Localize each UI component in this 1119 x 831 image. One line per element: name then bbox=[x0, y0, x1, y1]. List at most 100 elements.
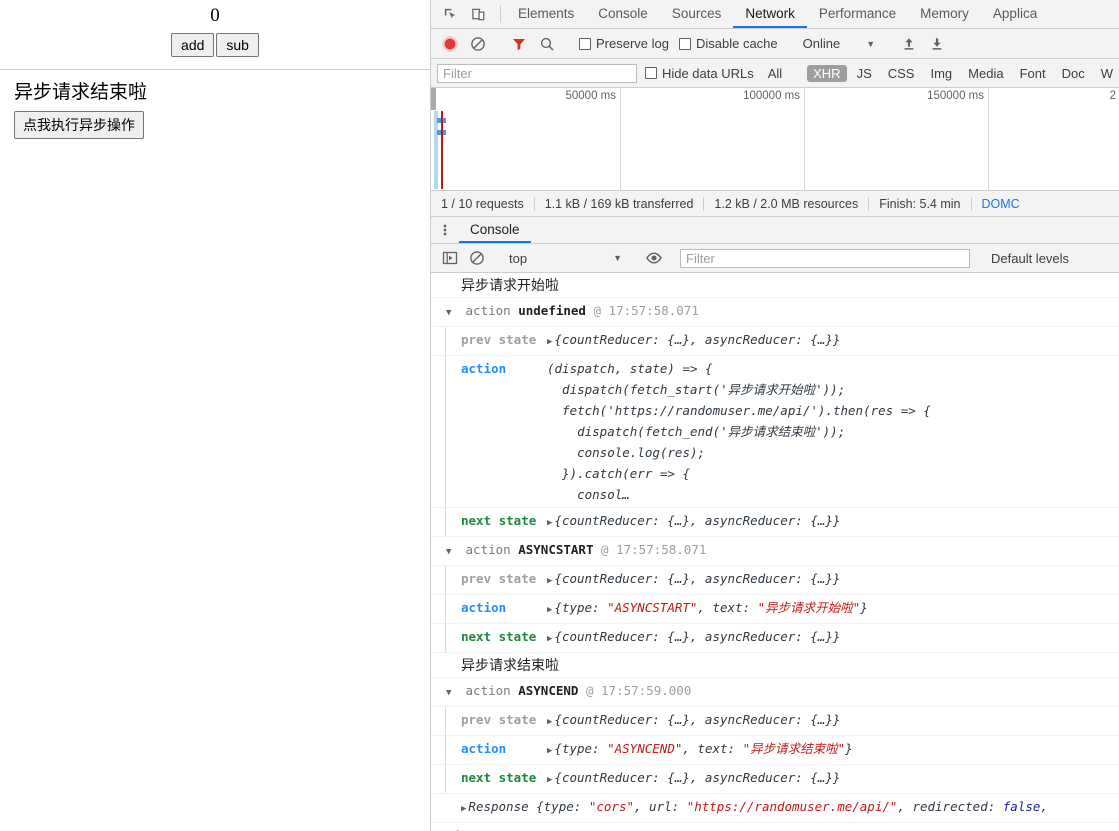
network-filter-input[interactable] bbox=[437, 63, 637, 83]
console-group-header[interactable]: ▼ action ASYNCEND @ 17:57:59.000 bbox=[431, 678, 1119, 707]
sub-button[interactable]: sub bbox=[216, 33, 259, 57]
console-filter-input[interactable] bbox=[680, 248, 970, 268]
overview-tick-label-2: 100000 ms bbox=[743, 90, 800, 102]
console-text: 异步请求结束啦 bbox=[461, 657, 559, 673]
console-group-header[interactable]: ▼ action ASYNCSTART @ 17:57:58.071 bbox=[431, 537, 1119, 566]
filter-type-all[interactable]: All bbox=[762, 65, 788, 82]
overview-tick-1: 50000 ms bbox=[431, 88, 621, 190]
action-timestamp: 17:57:58.071 bbox=[616, 542, 707, 557]
disclosure-triangle-icon[interactable]: ▼ bbox=[446, 303, 458, 324]
overview-tick-3: 150000 ms bbox=[805, 88, 989, 190]
filter-funnel-icon[interactable] bbox=[506, 31, 532, 57]
record-button-icon[interactable] bbox=[437, 31, 463, 57]
filter-type-img[interactable]: Img bbox=[924, 65, 958, 82]
status-resources: 1.2 kB / 2.0 MB resources bbox=[714, 196, 859, 211]
filter-type-js[interactable]: JS bbox=[851, 65, 878, 82]
action-name: ASYNCEND bbox=[518, 683, 579, 698]
search-icon[interactable] bbox=[534, 31, 560, 57]
console-sidebar-icon[interactable] bbox=[437, 245, 463, 271]
expand-arrow-icon[interactable]: ▶ bbox=[547, 634, 552, 644]
counter-section: 0 add sub bbox=[0, 0, 430, 57]
chevron-down-icon: ▼ bbox=[613, 253, 622, 263]
console-group-header[interactable]: ▼ action undefined @ 17:57:58.071 bbox=[431, 298, 1119, 327]
tab-memory[interactable]: Memory bbox=[908, 0, 981, 28]
devtools-drawer: Console top ▼ Filter Default levels 异步请求… bbox=[431, 217, 1119, 831]
console-message: 异步请求结束啦 bbox=[431, 653, 1119, 678]
next-state-row: next state ▶ {countReducer: {…}, asyncRedu… bbox=[431, 508, 1119, 536]
at-symbol: @ bbox=[585, 683, 594, 698]
expand-arrow-icon[interactable]: ▶ bbox=[547, 746, 552, 756]
group-title: ▼ action ASYNCSTART @ 17:57:58.071 bbox=[431, 539, 1119, 563]
expand-arrow-icon[interactable]: ▶ bbox=[547, 518, 552, 528]
overview-tick-label-4: 2 bbox=[1109, 90, 1116, 102]
filter-type-font[interactable]: Font bbox=[1014, 65, 1052, 82]
console-text: 异步请求开始啦 bbox=[461, 277, 559, 293]
console-group-row: next state ▶ {countReducer: {…}, asyncRedu… bbox=[431, 765, 1119, 794]
device-toolbar-icon[interactable] bbox=[465, 1, 491, 27]
action-timestamp: 17:57:58.071 bbox=[608, 303, 699, 318]
async-section: 异步请求结束啦 点我执行异步操作 bbox=[0, 70, 430, 139]
tab-network[interactable]: Network bbox=[733, 0, 807, 28]
expand-arrow-icon[interactable]: ▶ bbox=[547, 576, 552, 586]
action-label: action bbox=[461, 361, 507, 376]
console-context-select[interactable]: top ▼ bbox=[503, 251, 628, 266]
overview-tick-label-1: 50000 ms bbox=[565, 90, 616, 102]
expand-arrow-icon[interactable]: ▶ bbox=[547, 775, 552, 785]
clear-button-icon[interactable] bbox=[465, 31, 491, 57]
disclosure-triangle-icon[interactable]: ▼ bbox=[446, 683, 458, 704]
inspect-element-icon[interactable] bbox=[437, 1, 463, 27]
filter-type-css[interactable]: CSS bbox=[882, 65, 921, 82]
more-options-icon[interactable] bbox=[431, 217, 459, 243]
console-prompt[interactable]: ❯ bbox=[431, 823, 1119, 831]
console-group-row: next state ▶ {countReducer: {…}, asyncRedu… bbox=[431, 508, 1119, 537]
devtools-tabs: Elements Console Sources Network Perform… bbox=[506, 0, 1049, 28]
disable-cache-box[interactable] bbox=[678, 37, 691, 50]
console-prompt-row[interactable]: ❯ bbox=[431, 825, 1119, 831]
expand-arrow-icon[interactable]: ▶ bbox=[461, 804, 466, 814]
drawer-tab-console[interactable]: Console bbox=[459, 217, 531, 243]
prev-state-row: prev state ▶ {countReducer: {…}, asyncRedu… bbox=[431, 327, 1119, 355]
prev-state-label: prev state bbox=[461, 571, 537, 586]
throttling-select[interactable]: Online ▼ bbox=[797, 36, 882, 51]
tab-performance[interactable]: Performance bbox=[807, 0, 908, 28]
filter-type-ws[interactable]: W bbox=[1095, 65, 1119, 82]
console-clear-icon[interactable] bbox=[464, 245, 490, 271]
live-expression-eye-icon[interactable] bbox=[641, 245, 667, 271]
export-har-icon[interactable] bbox=[924, 31, 950, 57]
preserve-log-checkbox[interactable]: Preserve log bbox=[575, 36, 673, 51]
hide-data-urls-checkbox[interactable]: Hide data URLs bbox=[641, 66, 758, 81]
action-name: undefined bbox=[518, 303, 586, 318]
console-log-levels-select[interactable]: Default levels bbox=[983, 251, 1077, 266]
expand-arrow-icon[interactable]: ▶ bbox=[547, 717, 552, 727]
filter-type-media[interactable]: Media bbox=[962, 65, 1009, 82]
import-har-icon[interactable] bbox=[896, 31, 922, 57]
disable-cache-checkbox[interactable]: Disable cache bbox=[675, 36, 782, 51]
overview-tick-2: 100000 ms bbox=[621, 88, 805, 190]
chevron-down-icon: ▼ bbox=[866, 38, 876, 49]
console-context-value: top bbox=[509, 250, 528, 266]
console-log-area[interactable]: 异步请求开始啦 ▼ action undefined @ 17:57:58.07… bbox=[431, 273, 1119, 831]
status-requests: 1 / 10 requests bbox=[441, 196, 524, 211]
filter-type-xhr[interactable]: XHR bbox=[807, 64, 847, 82]
next-state-label: next state bbox=[461, 513, 537, 528]
next-state-label: next state bbox=[461, 770, 537, 785]
expand-arrow-icon[interactable]: ▶ bbox=[547, 605, 552, 615]
tab-console[interactable]: Console bbox=[586, 0, 660, 28]
expand-arrow-icon[interactable]: ▶ bbox=[547, 337, 552, 347]
group-title: ▼ action ASYNCEND @ 17:57:59.000 bbox=[431, 680, 1119, 704]
network-toolbar: Preserve log Disable cache Online ▼ bbox=[431, 29, 1119, 59]
preserve-log-box[interactable] bbox=[579, 37, 591, 50]
async-action-button[interactable]: 点我执行异步操作 bbox=[14, 111, 144, 139]
tab-application[interactable]: Applica bbox=[981, 0, 1049, 28]
filter-type-doc[interactable]: Doc bbox=[1056, 65, 1091, 82]
next-state-value: {countReducer: {…}, asyncReducer: {…}} bbox=[554, 513, 841, 528]
tab-sources[interactable]: Sources bbox=[660, 0, 734, 28]
add-button[interactable]: add bbox=[171, 33, 215, 57]
response-object-row: ▶ Response {type: "cors", url: "https://r… bbox=[431, 796, 1119, 820]
prev-state-row: prev state ▶ {countReducer: {…}, asyncRedu… bbox=[431, 566, 1119, 594]
action-prefix: action bbox=[465, 542, 511, 557]
tab-elements[interactable]: Elements bbox=[506, 0, 586, 28]
network-overview-timeline[interactable]: 50000 ms 100000 ms 150000 ms 2 bbox=[431, 88, 1119, 191]
hide-data-urls-box[interactable] bbox=[644, 67, 657, 79]
disclosure-triangle-icon[interactable]: ▼ bbox=[446, 542, 458, 563]
